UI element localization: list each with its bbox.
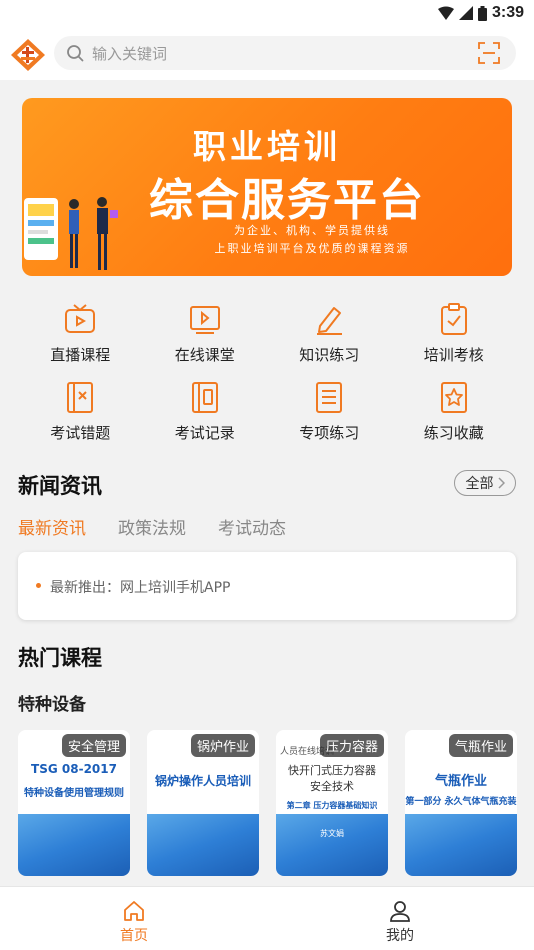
course-list: TSG 08-2017 特种设备使用管理规则 安全管理 锅炉操作人员培训 锅炉作… (18, 730, 517, 876)
status-icons: 3:39 (437, 4, 524, 22)
course-card[interactable]: TSG 08-2017 特种设备使用管理规则 安全管理 (18, 730, 130, 876)
course-cover-pattern (405, 814, 517, 876)
search-input[interactable]: 输入关键词 (54, 36, 516, 70)
home-icon (124, 901, 144, 921)
tab-latest-news[interactable]: 最新资讯 (18, 514, 86, 539)
search-placeholder: 输入关键词 (92, 45, 168, 63)
clipboard-check-icon (440, 303, 467, 335)
menu-item-online-class[interactable]: 在线课堂 (143, 298, 268, 376)
menu-item-live-courses[interactable]: 直播课程 (18, 298, 143, 376)
course-cover-pattern (18, 814, 130, 876)
menu-label: 考试记录 (174, 424, 235, 442)
news-tabs: 最新资讯 政策法规 考试动态 (18, 514, 286, 539)
course-cover-title: 气瓶作业 (434, 774, 487, 789)
signal-icon (458, 6, 473, 20)
course-cover-title: 快开门式压力容器 (288, 764, 376, 777)
course-category-title: 特种设备 (18, 695, 86, 715)
course-cover-chapter: 第二章 压力容器基础知识 (286, 801, 378, 810)
nav-label-profile: 我的 (386, 928, 414, 944)
course-card[interactable]: 锅炉操作人员培训 锅炉作业 (147, 730, 259, 876)
status-time: 3:39 (491, 4, 524, 21)
course-cover-subtitle: 安全技术 (310, 780, 354, 793)
course-cover-pattern (147, 814, 259, 876)
menu-label: 考试错题 (50, 424, 111, 442)
error-book-icon (67, 382, 94, 413)
menu-item-exam-records[interactable]: 考试记录 (143, 376, 268, 454)
course-tag: 压力容器 (319, 734, 384, 757)
tab-policies[interactable]: 政策法规 (118, 514, 186, 539)
bottom-nav: 首页 我的 (0, 886, 534, 950)
news-section-title: 新闻资讯 (18, 474, 102, 498)
scan-icon[interactable] (478, 42, 500, 64)
user-icon (390, 901, 410, 922)
video-icon (189, 306, 220, 334)
menu-item-knowledge-practice[interactable]: 知识练习 (267, 298, 392, 376)
list-icon (316, 382, 343, 413)
wifi-icon (437, 6, 454, 20)
banner-subtitle-line2: 上职业培训平台及优质的课程资源 (214, 242, 410, 255)
menu-label: 练习收藏 (423, 424, 484, 442)
course-card[interactable]: 气瓶作业 第一部分 永久气体气瓶充装 气瓶作业 (405, 730, 517, 876)
course-cover-author: 苏文娟 (320, 829, 344, 838)
courses-section-title: 热门课程 (18, 646, 102, 670)
course-cover-subtitle: 第一部分 永久气体气瓶充装 (405, 797, 517, 807)
menu-label: 培训考核 (423, 346, 484, 364)
news-item[interactable]: 最新推出：网上培训手机APP (50, 577, 230, 597)
battery-icon (477, 5, 487, 21)
promo-banner[interactable]: 职业培训 综合服务平台 为企业、机构、学员提供线 上职业培训平台及优质的课程资源 (22, 98, 512, 276)
menu-item-special-practice[interactable]: 专项练习 (267, 376, 392, 454)
app-logo-icon[interactable] (10, 38, 46, 72)
menu-label: 知识练习 (299, 346, 360, 364)
search-icon (67, 45, 84, 62)
course-cover-subtitle: 特种设备使用管理规则 (24, 788, 124, 799)
top-bar: 输入关键词 (0, 30, 534, 80)
news-card[interactable]: 最新推出：网上培训手机APP (18, 552, 516, 620)
menu-label: 直播课程 (50, 346, 111, 364)
nav-item-home[interactable]: 首页 (74, 887, 194, 950)
menu-label: 专项练习 (299, 424, 360, 442)
banner-title-line1: 职业培训 (193, 127, 341, 166)
feature-menu: 直播课程 在线课堂 知识练习 培训考核 考试错题 考试记录 专项练习 练习收藏 (18, 298, 516, 454)
news-all-button[interactable]: 全部 (454, 470, 516, 496)
news-all-label: 全部 (465, 476, 494, 492)
chevron-right-icon (497, 477, 505, 489)
record-icon (191, 382, 218, 413)
menu-item-practice-favorites[interactable]: 练习收藏 (392, 376, 517, 454)
course-cover-title: TSG 08-2017 (31, 762, 117, 776)
course-tag: 气瓶作业 (448, 734, 513, 757)
banner-illustration (24, 197, 118, 270)
course-tag: 安全管理 (61, 734, 126, 757)
course-card[interactable]: 人员在线培训 快开门式压力容器 安全技术 第二章 压力容器基础知识 苏文娟 压力… (276, 730, 388, 876)
banner-subtitle-line1: 为企业、机构、学员提供线 (234, 224, 390, 237)
tv-icon (65, 304, 96, 333)
news-bullet (36, 583, 41, 588)
course-cover-pattern: 苏文娟 (276, 814, 388, 876)
menu-item-training-assessment[interactable]: 培训考核 (392, 298, 517, 376)
app-screen: 3:39 输入关键词 职业培训 综合服务平台 为企业、机构、学员提供线 上职业培… (0, 0, 534, 950)
pencil-icon (317, 307, 343, 335)
menu-label: 在线课堂 (174, 346, 235, 364)
menu-item-exam-mistakes[interactable]: 考试错题 (18, 376, 143, 454)
course-tag: 锅炉作业 (190, 734, 255, 757)
nav-label-home: 首页 (120, 928, 148, 944)
nav-item-profile[interactable]: 我的 (340, 887, 460, 950)
banner-title-line2: 综合服务平台 (149, 175, 425, 226)
status-bar: 3:39 (0, 0, 534, 30)
tab-exam-news[interactable]: 考试动态 (218, 514, 286, 539)
star-bookmark-icon (440, 382, 467, 413)
course-cover-title: 锅炉操作人员培训 (154, 774, 251, 788)
